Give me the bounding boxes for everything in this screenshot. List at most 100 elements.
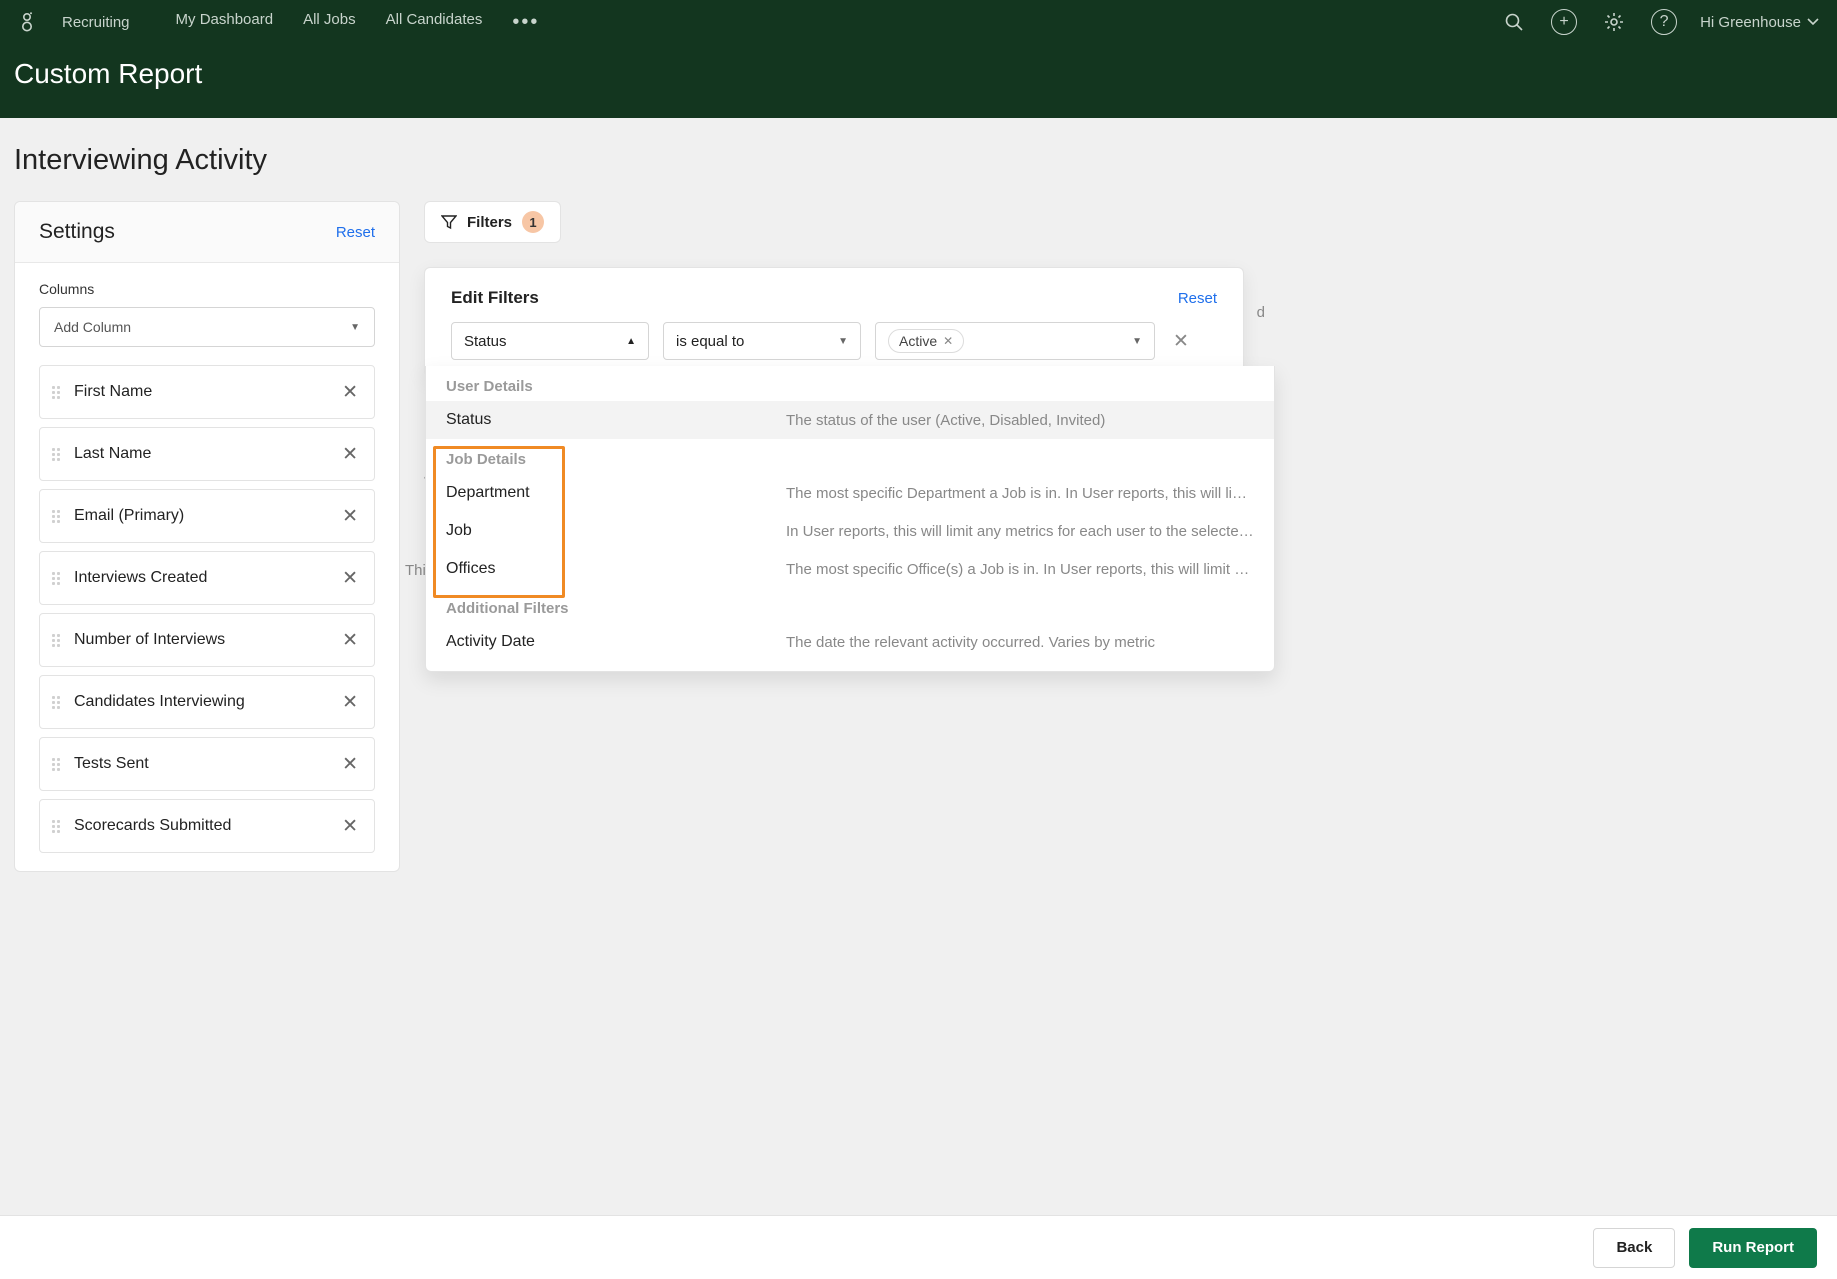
settings-reset-link[interactable]: Reset: [336, 224, 375, 241]
column-item[interactable]: Scorecards Submitted ✕: [39, 799, 375, 853]
layout: Settings Reset Columns Add Column ▼ Firs…: [14, 201, 1823, 872]
edit-filters-title: Edit Filters: [451, 288, 539, 308]
drag-handle-icon[interactable]: [52, 696, 60, 709]
filter-field-value: Status: [464, 333, 507, 350]
option-desc: In User reports, this will limit any met…: [786, 523, 1254, 540]
filters-count-badge: 1: [522, 211, 544, 233]
edit-filters-reset-link[interactable]: Reset: [1178, 290, 1217, 307]
dropdown-group-user-details: User Details: [426, 366, 1274, 401]
dropdown-option-offices[interactable]: Offices The most specific Office(s) a Jo…: [426, 550, 1274, 588]
column-label: Scorecards Submitted: [74, 817, 324, 835]
column-label: First Name: [74, 383, 324, 401]
filter-operator-value: is equal to: [676, 333, 744, 350]
add-icon[interactable]: +: [1550, 8, 1578, 36]
user-greeting: Hi Greenhouse: [1700, 14, 1801, 31]
nav-links: My Dashboard All Jobs All Candidates •••: [176, 11, 540, 34]
brand-label: Recruiting: [62, 14, 130, 31]
user-menu[interactable]: Hi Greenhouse: [1700, 14, 1819, 31]
column-label: Candidates Interviewing: [74, 693, 324, 711]
option-name: Offices: [446, 560, 756, 578]
footer-bar: Back Run Report: [0, 1215, 1837, 1279]
filters-pill-row: Filters 1: [424, 201, 1823, 243]
columns-list: First Name ✕ Last Name ✕ Email (Primary)…: [39, 365, 375, 853]
settings-title: Settings: [39, 220, 115, 244]
remove-column-icon[interactable]: ✕: [338, 627, 362, 654]
nav-link-jobs[interactable]: All Jobs: [303, 11, 356, 34]
dropdown-option-job[interactable]: Job In User reports, this will limit any…: [426, 512, 1274, 550]
column-label: Last Name: [74, 445, 324, 463]
drag-handle-icon[interactable]: [52, 386, 60, 399]
remove-tag-icon[interactable]: ✕: [943, 334, 953, 348]
option-name: Status: [446, 411, 756, 429]
remove-column-icon[interactable]: ✕: [338, 503, 362, 530]
drag-handle-icon[interactable]: [52, 572, 60, 585]
remove-column-icon[interactable]: ✕: [338, 813, 362, 840]
filter-field-dropdown: User Details Status The status of the us…: [425, 366, 1275, 672]
drag-handle-icon[interactable]: [52, 634, 60, 647]
column-item[interactable]: Number of Interviews ✕: [39, 613, 375, 667]
add-column-select[interactable]: Add Column ▼: [39, 307, 375, 347]
drag-handle-icon[interactable]: [52, 758, 60, 771]
option-desc: The most specific Department a Job is in…: [786, 485, 1254, 502]
settings-header: Settings Reset: [15, 202, 399, 263]
remove-column-icon[interactable]: ✕: [338, 379, 362, 406]
filter-operator-select[interactable]: is equal to ▼: [663, 322, 861, 360]
settings-body: Columns Add Column ▼ First Name ✕ Last N…: [15, 263, 399, 871]
column-item[interactable]: Email (Primary) ✕: [39, 489, 375, 543]
gear-icon[interactable]: [1600, 8, 1628, 36]
nav-more-icon[interactable]: •••: [512, 11, 539, 34]
column-item[interactable]: Candidates Interviewing ✕: [39, 675, 375, 729]
chevron-down-icon: [1807, 18, 1819, 26]
help-icon[interactable]: ?: [1650, 8, 1678, 36]
obscured-text: d: [1257, 304, 1265, 321]
caret-down-icon: ▼: [350, 322, 360, 333]
dropdown-option-status[interactable]: Status The status of the user (Active, D…: [426, 401, 1274, 439]
filter-value-tag-label: Active: [899, 333, 937, 349]
column-label: Interviews Created: [74, 569, 324, 587]
drag-handle-icon[interactable]: [52, 510, 60, 523]
remove-column-icon[interactable]: ✕: [338, 441, 362, 468]
filters-button[interactable]: Filters 1: [424, 201, 561, 243]
nav-link-dashboard[interactable]: My Dashboard: [176, 11, 274, 34]
search-icon[interactable]: [1500, 8, 1528, 36]
column-item[interactable]: Tests Sent ✕: [39, 737, 375, 791]
filters-label: Filters: [467, 214, 512, 231]
run-report-button[interactable]: Run Report: [1689, 1228, 1817, 1268]
column-item[interactable]: First Name ✕: [39, 365, 375, 419]
remove-column-icon[interactable]: ✕: [338, 565, 362, 592]
column-label: Tests Sent: [74, 755, 324, 773]
header-band: Custom Report: [0, 44, 1837, 118]
section-title: Interviewing Activity: [14, 144, 1823, 177]
filter-value-tag: Active ✕: [888, 329, 964, 353]
caret-up-icon: ▲: [626, 336, 636, 347]
content: Interviewing Activity Settings Reset Col…: [0, 118, 1837, 972]
option-desc: The date the relevant activity occurred.…: [786, 634, 1254, 651]
filter-icon: [441, 214, 457, 230]
edit-filters-panel: d Edit Filters Reset Status ▲ is equal t…: [424, 267, 1244, 377]
edit-filters-header: Edit Filters Reset: [425, 268, 1243, 322]
remove-column-icon[interactable]: ✕: [338, 689, 362, 716]
columns-label: Columns: [39, 281, 375, 297]
remove-column-icon[interactable]: ✕: [338, 751, 362, 778]
dropdown-option-activity-date[interactable]: Activity Date The date the relevant acti…: [426, 623, 1274, 661]
drag-handle-icon[interactable]: [52, 448, 60, 461]
back-button[interactable]: Back: [1593, 1228, 1675, 1268]
page-title: Custom Report: [14, 58, 1823, 90]
right-area: Filters 1 d Edit Filters Reset Status ▲ …: [424, 201, 1823, 377]
drag-handle-icon[interactable]: [52, 820, 60, 833]
top-nav: Recruiting My Dashboard All Jobs All Can…: [0, 0, 1837, 44]
option-name: Department: [446, 484, 756, 502]
filter-field-select[interactable]: Status ▲: [451, 322, 649, 360]
filter-value-select[interactable]: Active ✕ ▼: [875, 322, 1155, 360]
settings-panel: Settings Reset Columns Add Column ▼ Firs…: [14, 201, 400, 872]
column-item[interactable]: Last Name ✕: [39, 427, 375, 481]
column-item[interactable]: Interviews Created ✕: [39, 551, 375, 605]
dropdown-option-department[interactable]: Department The most specific Department …: [426, 474, 1274, 512]
option-name: Job: [446, 522, 756, 540]
nav-link-candidates[interactable]: All Candidates: [386, 11, 483, 34]
caret-down-icon: ▼: [838, 336, 848, 347]
app-logo-icon: [18, 13, 36, 31]
add-column-placeholder: Add Column: [54, 319, 131, 335]
remove-filter-icon[interactable]: ✕: [1173, 330, 1189, 353]
option-desc: The most specific Office(s) a Job is in.…: [786, 561, 1254, 578]
